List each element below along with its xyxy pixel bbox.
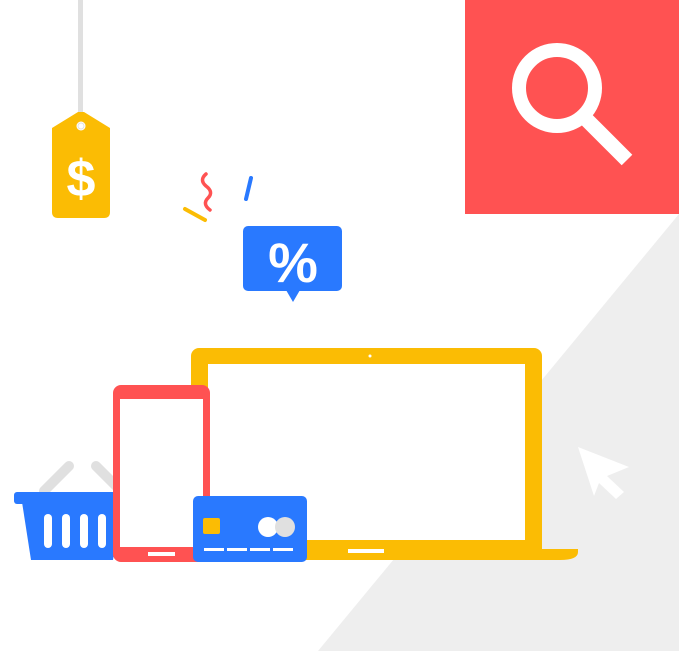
price-tag-symbol: $ — [67, 150, 96, 208]
confetti-icon — [183, 172, 253, 222]
discount-bubble-icon: % — [243, 226, 342, 302]
shopping-illustration: $ % — [14, 0, 629, 562]
shopping-basket-icon — [14, 461, 128, 560]
cursor-icon — [578, 447, 629, 499]
credit-card-icon — [193, 496, 307, 562]
price-tag-icon: $ — [52, 0, 110, 218]
discount-bubble-symbol: % — [268, 231, 318, 294]
